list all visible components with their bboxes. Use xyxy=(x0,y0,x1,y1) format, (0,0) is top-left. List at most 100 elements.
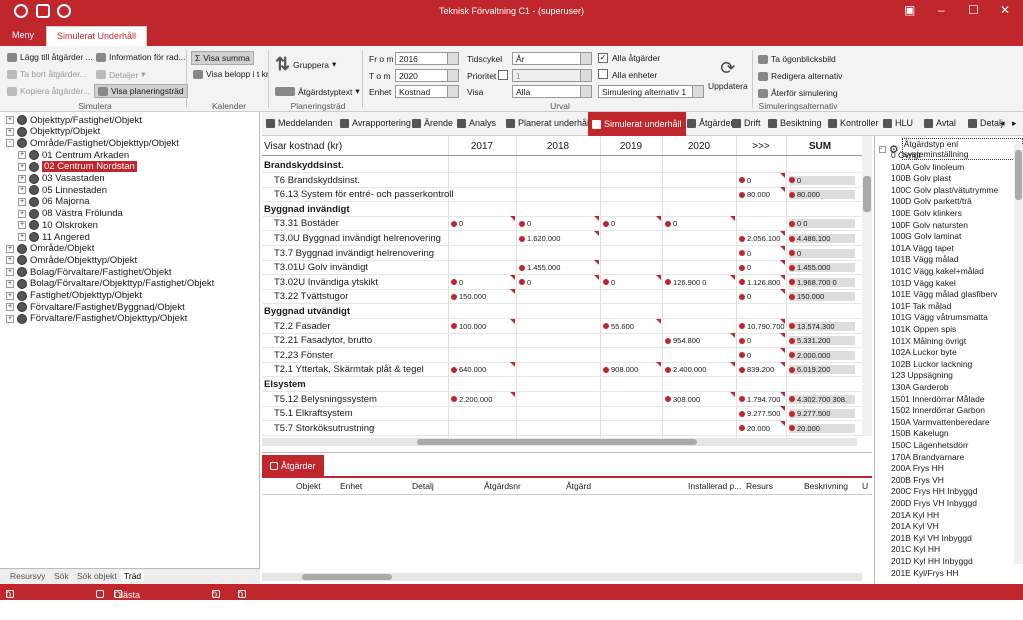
tree-node[interactable]: + Område/Objekt xyxy=(6,243,94,255)
expand-icon[interactable]: + xyxy=(6,268,14,277)
value-cell[interactable]: 0 xyxy=(449,278,463,287)
value-cell[interactable]: 1.455.000 xyxy=(517,263,560,272)
table-row[interactable]: T3.01U Golv invändigt 1.455.000 0 1.455.000 xyxy=(262,260,872,276)
tree-node[interactable]: +03 Vasastaden xyxy=(18,173,105,185)
priority-select[interactable]: 1 xyxy=(512,69,592,82)
value-cell[interactable]: 0 xyxy=(737,292,751,301)
action-type-item[interactable]: 101G Vägg våtrumsmatta xyxy=(891,312,988,322)
table-row[interactable]: T6 Brandskyddsinst. 0 0 xyxy=(262,172,872,188)
action-type-item[interactable]: 1502 Innerdörrar Garbon xyxy=(891,405,985,415)
action-type-item[interactable]: 101D Vägg kakel xyxy=(891,278,956,288)
tree-node[interactable]: +06 Majorna xyxy=(18,196,90,208)
tab-avrapportering[interactable]: Avrapportering xyxy=(340,118,411,128)
table-row[interactable]: T3.31 Bostäder 0 0 0 0 0 0 xyxy=(262,216,872,232)
action-type-item[interactable]: 130A Garderob xyxy=(891,382,949,392)
action-type-item[interactable]: 201B Kyl VH Inbyggd xyxy=(891,533,972,543)
value-cell[interactable]: 1.126.800 xyxy=(737,278,780,287)
year-header[interactable]: 2017 xyxy=(448,141,516,152)
to-year-select[interactable]: 2020 xyxy=(395,69,459,82)
action-type-item[interactable]: 200B Frys VH xyxy=(891,475,944,485)
table-row[interactable]: T2.1 Yttertak, Skärmtak plåt & tegel 640.… xyxy=(262,362,872,378)
action-type-item[interactable]: 150B Kakelugn xyxy=(891,428,949,438)
expand-icon[interactable]: + xyxy=(18,233,26,241)
tab-kontroller[interactable]: Kontroller xyxy=(828,118,879,128)
scrollbar-thumb[interactable] xyxy=(863,176,871,212)
table-row[interactable]: T3.0U Byggnad invändigt helrenovering 1.6… xyxy=(262,231,872,246)
value-cell[interactable]: 0 xyxy=(449,219,463,228)
tree-node[interactable]: + Område/Objekttyp/Objekt xyxy=(6,254,137,266)
column-header[interactable]: Detalj xyxy=(412,481,434,491)
value-cell[interactable]: 1.455.000 xyxy=(787,263,855,273)
action-type-item[interactable]: 100C Golv plast/vätutrymme xyxy=(891,185,998,195)
value-cell[interactable]: 9.277.500 xyxy=(787,409,855,419)
tab-simulerat-underhall[interactable]: Simulerat Underhåll xyxy=(46,26,148,46)
value-cell[interactable]: 839.200 xyxy=(737,365,774,374)
expand-icon[interactable]: + xyxy=(6,116,14,124)
action-type-item[interactable]: 150A Varmvattenberedare xyxy=(891,417,990,427)
table-row[interactable]: T2.23 Fönster 0 2.000.000 xyxy=(262,347,872,363)
scrollbar-thumb[interactable] xyxy=(302,574,392,580)
value-cell[interactable]: 1.620.000 xyxy=(517,234,560,243)
action-type-text-button[interactable]: Åtgärdstyptext ▾ xyxy=(275,86,360,97)
expand-icon[interactable]: + xyxy=(6,314,14,323)
tab-åtgärder[interactable]: Åtgärder xyxy=(687,118,734,128)
value-cell[interactable]: 10.790.700 xyxy=(737,322,785,331)
value-cell[interactable]: 0 xyxy=(601,219,615,228)
value-cell[interactable]: 80.000 xyxy=(737,190,770,199)
action-type-item[interactable]: 100E Golv klinkers xyxy=(891,208,962,218)
action-type-item[interactable]: 201C Kyl HH xyxy=(891,544,940,554)
action-type-item[interactable]: 101C Vägg kakel+målad xyxy=(891,266,984,276)
tab-atgarder[interactable]: Åtgärder xyxy=(262,455,324,477)
from-year-select[interactable]: 2016 xyxy=(395,52,459,65)
action-type-item[interactable]: 100B Golv plast xyxy=(891,173,951,183)
expand-icon[interactable]: + xyxy=(6,244,14,253)
column-header[interactable]: Beskrivning xyxy=(804,481,848,491)
action-type-item[interactable]: 100D Golv parkett/trä xyxy=(891,196,972,206)
column-header[interactable]: Resurs xyxy=(746,481,773,491)
group-by-button[interactable]: ⇅ Gruppera ▾ xyxy=(275,54,336,75)
expand-icon[interactable]: + xyxy=(6,256,14,265)
add-actions-button[interactable]: Lägg till åtgärder ... xyxy=(7,52,93,62)
maximize-button[interactable]: ☐ xyxy=(968,3,979,17)
action-type-item[interactable]: 170A Brandvarnare xyxy=(891,452,964,462)
tree-node[interactable]: +05 Linnestaden xyxy=(18,184,107,196)
column-header[interactable]: Åtgärd xyxy=(566,481,591,491)
value-cell[interactable]: 1.794.700 xyxy=(737,395,780,404)
action-type-item[interactable]: 201E Kyl/Frys HH xyxy=(891,568,959,578)
year-header[interactable]: 2020 xyxy=(662,141,736,152)
info-row-button[interactable]: Information för rad... xyxy=(96,52,186,62)
value-cell[interactable]: 0 xyxy=(737,249,751,258)
tree-node[interactable]: + Förvaltare/Fastighet/Objekttyp/Objekt xyxy=(6,313,187,325)
edit-alternative-button[interactable]: Redigera alternativ xyxy=(758,71,842,81)
tab-resursvy[interactable]: Resursvy xyxy=(10,571,45,581)
simulation-select[interactable]: Simulering alternativ 1 xyxy=(598,85,704,98)
minimize-button[interactable]: – xyxy=(938,3,945,17)
expand-icon[interactable]: + xyxy=(18,221,26,230)
value-cell[interactable]: 0 xyxy=(737,351,751,360)
tab-sok-objekt[interactable]: Sök objekt xyxy=(77,571,117,581)
tree-node[interactable]: +11 Angered xyxy=(18,231,90,243)
value-cell[interactable]: 0 xyxy=(663,219,677,228)
value-cell[interactable]: 0 xyxy=(787,248,855,258)
value-cell[interactable]: 55.600 xyxy=(601,322,634,331)
tree-node[interactable]: - Område/Fastighet/Objekttyp/Objekt xyxy=(6,137,179,149)
action-type-item[interactable]: 100F Golv natursten xyxy=(891,220,968,230)
year-header[interactable]: >>> xyxy=(736,141,786,152)
action-type-item[interactable]: 200A Frys HH xyxy=(891,463,944,473)
details-button[interactable]: Detaljer ▾ xyxy=(96,69,146,80)
tree-node[interactable]: +10 Olskroken xyxy=(18,219,98,231)
actions-horizontal-scrollbar[interactable] xyxy=(262,573,862,581)
expand-icon[interactable]: + xyxy=(18,197,26,206)
tab-sok[interactable]: Sök xyxy=(54,571,69,581)
copy-actions-button[interactable]: Kopiera åtgärder... xyxy=(7,86,90,96)
value-cell[interactable]: 0 0 xyxy=(787,219,855,229)
priority-checkbox[interactable] xyxy=(498,70,508,80)
table-row[interactable]: T2.2 Fasader 100.000 55.600 10.790.700 13.57… xyxy=(262,318,872,334)
action-type-item[interactable]: 102B Luckor lackning xyxy=(891,359,972,369)
restore-simulation-button[interactable]: Återför simulering xyxy=(758,88,838,98)
tab-analys[interactable]: Analys xyxy=(457,118,496,128)
value-cell[interactable]: 308.000 xyxy=(663,395,700,404)
value-cell[interactable]: 126.900 0 xyxy=(663,278,706,287)
tab-besiktning[interactable]: Besiktning xyxy=(768,118,822,128)
scrollbar-thumb[interactable] xyxy=(417,439,697,445)
